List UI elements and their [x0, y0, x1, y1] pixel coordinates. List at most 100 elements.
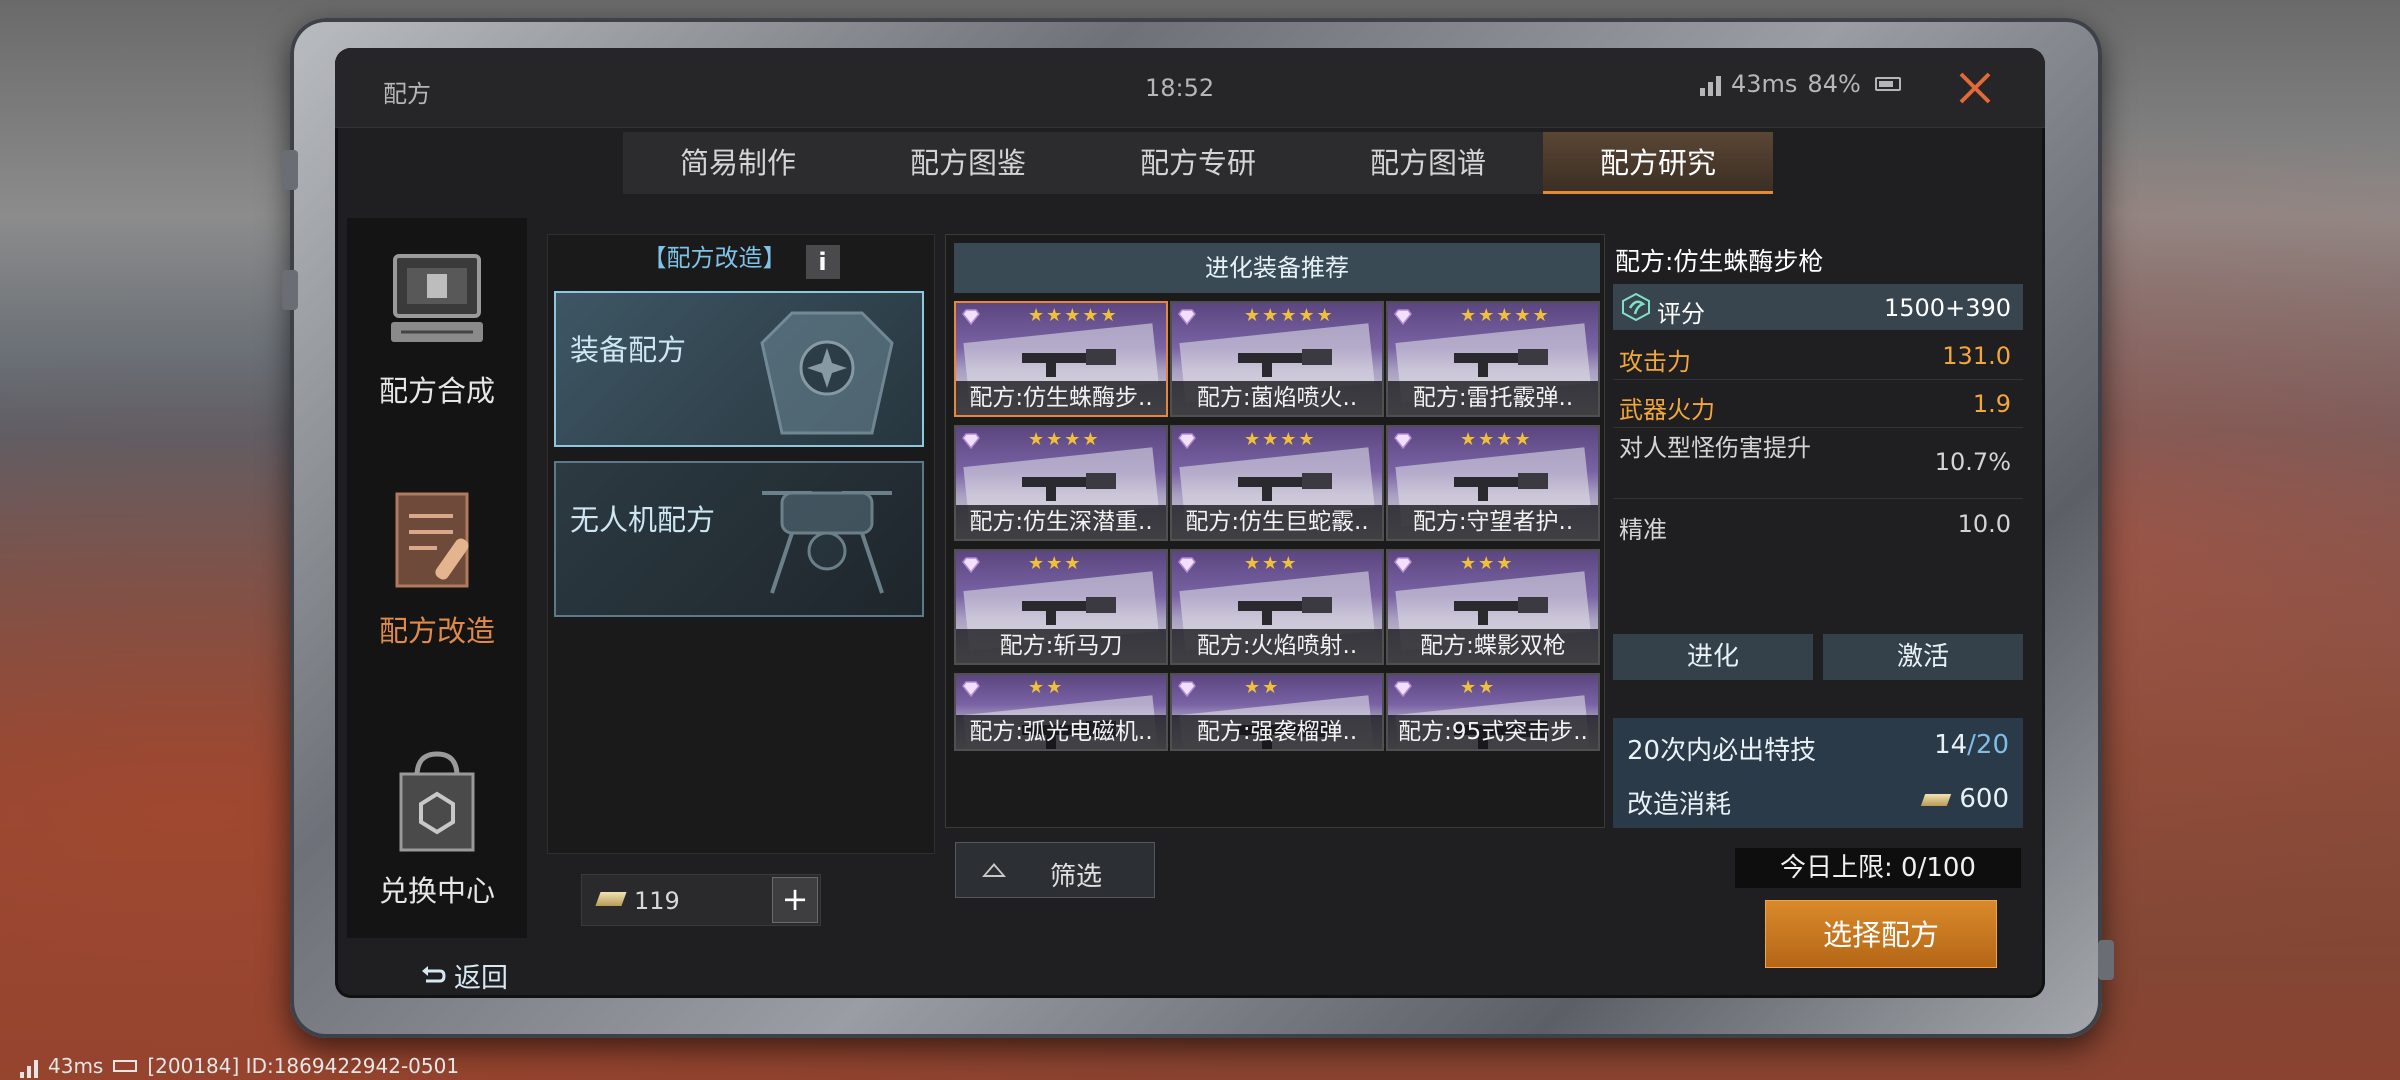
document-bullet-icon: [395, 492, 469, 588]
tab-recipe-atlas[interactable]: 配方图谱: [1313, 132, 1543, 194]
recipe-card-name: 配方:仿生巨蛇霰..: [1172, 505, 1382, 539]
recipe-card[interactable]: ★★ 配方:强袭榴弹..: [1170, 673, 1384, 751]
info-button[interactable]: i: [805, 244, 840, 279]
diamond-icon: [962, 681, 980, 697]
ingot-icon: [595, 892, 627, 906]
recipe-card[interactable]: ★★★★ 配方:守望者护..: [1386, 425, 1600, 541]
pity-box: 20次内必出特技 14/20 改造消耗 600: [1613, 718, 2023, 828]
stat-value: 10.7%: [1934, 448, 2011, 476]
diamond-icon: [962, 433, 980, 449]
recipe-card-name: 配方:仿生深潜重..: [956, 505, 1166, 539]
tab-simple-craft[interactable]: 简易制作: [623, 132, 853, 194]
stat-row: 武器火力 1.9: [1613, 380, 2023, 426]
sidebar-item-exchange-center[interactable]: 兑换中心: [347, 718, 527, 938]
tablet-screen: 配方 18:52 43ms 84% 简易制作 配方图鉴 配方专研 配方图谱 配方…: [335, 48, 2045, 998]
daily-limit: 今日上限: 0/100: [1735, 848, 2021, 888]
ingot-icon: [1921, 793, 1952, 806]
tab-bar: 简易制作 配方图鉴 配方专研 配方图谱 配方研究: [623, 132, 1773, 194]
add-currency-button[interactable]: +: [772, 877, 818, 923]
activate-button[interactable]: 激活: [1823, 634, 2023, 680]
weapon-icon: [1238, 349, 1332, 377]
score-icon: [1622, 292, 1650, 322]
recipe-card[interactable]: ★★ 配方:95式突击步..: [1386, 673, 1600, 751]
recipe-card[interactable]: ★★★ 配方:蝶影双枪: [1386, 549, 1600, 665]
tab-recipe-codex[interactable]: 配方图鉴: [853, 132, 1083, 194]
select-recipe-button[interactable]: 选择配方: [1765, 900, 1997, 968]
recipe-card[interactable]: ★★★★★ 配方:仿生蛛酶步..: [954, 301, 1168, 417]
sidebar-item-recipe-modify[interactable]: 配方改造: [347, 458, 527, 678]
stat-value: 1.9: [1972, 390, 2011, 418]
return-arrow-icon: [422, 965, 446, 982]
close-button[interactable]: [1955, 68, 1995, 108]
recipe-card[interactable]: ★★★★★ 配方:菌焰喷火..: [1170, 301, 1384, 417]
battery-text: 84%: [1807, 70, 1861, 98]
ping-text: 43ms: [1731, 70, 1798, 98]
star-rating: ★★★★: [1244, 429, 1317, 450]
star-rating: ★★★: [1028, 553, 1083, 574]
recipe-card[interactable]: ★★★★ 配方:仿生深潜重..: [954, 425, 1168, 541]
star-rating: ★★★: [1244, 553, 1299, 574]
recipe-card[interactable]: ★★★★★ 配方:雷托霰弹..: [1386, 301, 1600, 417]
recipe-card-name: 配方:95式突击步..: [1388, 715, 1598, 749]
category-panel: 【配方改造】 i 装备配方 无人机配方: [547, 234, 935, 854]
weapon-icon: [1454, 349, 1548, 377]
recipe-card[interactable]: ★★★★ 配方:仿生巨蛇霰..: [1170, 425, 1384, 541]
sidebar: 配方合成 配方改造 兑换中心: [347, 218, 527, 938]
recipe-card-name: 配方:仿生蛛酶步..: [956, 381, 1166, 415]
frame-knob: [2098, 940, 2114, 980]
recipe-card-name: 配方:斩马刀: [956, 629, 1166, 663]
star-rating: ★★★★★: [1244, 305, 1335, 326]
star-rating: ★★★★: [1460, 429, 1533, 450]
diamond-icon: [1394, 681, 1412, 697]
diamond-icon: [1178, 433, 1196, 449]
cost-label: 改造消耗: [1627, 790, 1732, 820]
recipe-card-name: 配方:蝶影双枪: [1388, 629, 1598, 663]
diamond-icon: [962, 557, 980, 573]
recipe-card[interactable]: ★★★ 配方:斩马刀: [954, 549, 1168, 665]
tab-recipe-study[interactable]: 配方专研: [1083, 132, 1313, 194]
sidebar-item-label: 兑换中心: [378, 874, 495, 908]
back-label: 返回: [454, 963, 508, 994]
category-equipment-recipe[interactable]: 装备配方: [554, 291, 924, 447]
back-button[interactable]: 返回: [420, 956, 508, 995]
tab-recipe-research[interactable]: 配方研究: [1543, 132, 1773, 194]
recipe-card-name: 配方:雷托霰弹..: [1388, 381, 1598, 415]
recipe-card[interactable]: ★★ 配方:弧光电磁机..: [954, 673, 1168, 751]
score-value: 1500+390: [1884, 294, 2011, 322]
sidebar-item-recipe-synthesis[interactable]: 配方合成: [347, 218, 527, 438]
category-title: 【配方改造】: [642, 244, 787, 272]
recipe-card-name: 配方:守望者护..: [1388, 505, 1598, 539]
pity-max: /20: [1967, 730, 2009, 760]
recipe-card-name: 配方:菌焰喷火..: [1172, 381, 1382, 415]
category-drone-recipe[interactable]: 无人机配方: [554, 461, 924, 617]
battery-icon: [113, 1060, 138, 1072]
diamond-icon: [1394, 309, 1412, 325]
diamond-icon: [1178, 681, 1196, 697]
stat-label: 对人型怪伤害提升: [1619, 434, 1811, 462]
shopping-bag-icon: [399, 751, 475, 852]
recipe-card-name: 配方:火焰喷射..: [1172, 629, 1382, 663]
sidebar-item-label: 配方合成: [378, 374, 495, 408]
terminal-icon: [391, 254, 483, 342]
player-id: [200184] ID:1869422942-0501: [147, 1054, 460, 1078]
pity-count: 14/20: [1934, 730, 2009, 760]
stat-label: 攻击力: [1619, 348, 1691, 376]
grid-header: 进化装备推荐: [954, 243, 1600, 293]
star-rating: ★★★: [1460, 553, 1515, 574]
filter-button[interactable]: 筛选: [955, 842, 1155, 898]
star-rating: ★★: [1028, 677, 1065, 698]
weapon-icon: [1238, 473, 1332, 501]
diamond-icon: [1394, 557, 1412, 573]
score-label: 评分: [1657, 300, 1705, 328]
star-rating: ★★★★: [1028, 429, 1101, 450]
window-title: 配方: [383, 80, 431, 108]
recipe-card[interactable]: ★★★ 配方:火焰喷射..: [1170, 549, 1384, 665]
evolve-button[interactable]: 进化: [1613, 634, 1813, 680]
currency-value: 119: [634, 887, 680, 915]
pity-label: 20次内必出特技: [1627, 736, 1817, 766]
weapon-icon: [1238, 597, 1332, 625]
bottom-ping: 43ms: [48, 1054, 104, 1078]
stat-row: 对人型怪伤害提升 10.7%: [1613, 428, 2023, 496]
category-label: 装备配方: [570, 333, 687, 367]
stat-label: 精准: [1619, 516, 1667, 544]
